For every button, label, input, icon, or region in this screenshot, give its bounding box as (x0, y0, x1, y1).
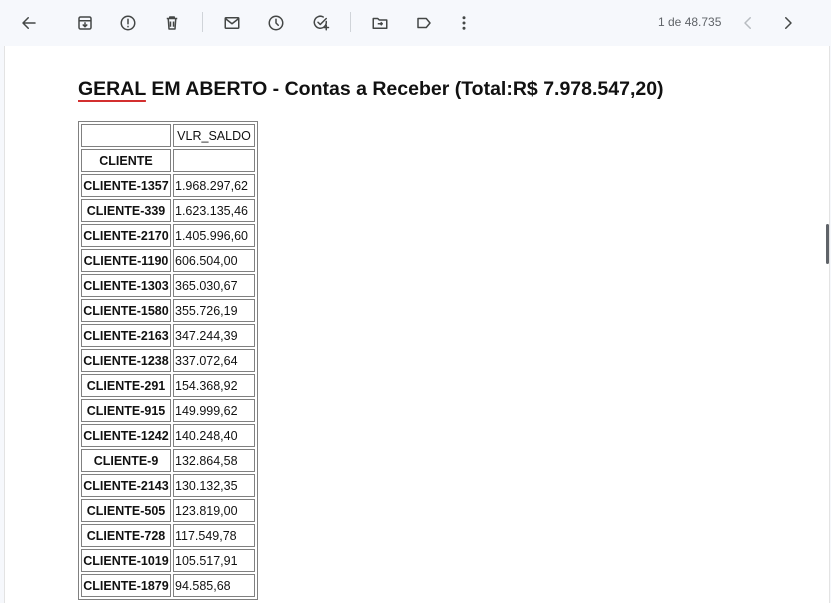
archive-icon (78, 16, 92, 30)
more-vert-icon (462, 16, 466, 30)
vlr-saldo-cell: 123.819,00 (173, 499, 255, 522)
table-row: CLIENTE-505 123.819,00 (81, 499, 255, 522)
cliente-cell: CLIENTE-915 (81, 399, 171, 422)
table-row: CLIENTE-915 149.999,62 (81, 399, 255, 422)
chevron-left-icon (744, 17, 751, 29)
table-row: CLIENTE-1019 105.517,91 (81, 549, 255, 572)
vlr-saldo-cell: 130.132,35 (173, 474, 255, 497)
mail-icon (224, 17, 240, 29)
move-to-button[interactable] (364, 7, 396, 39)
cliente-cell: CLIENTE-1580 (81, 299, 171, 322)
table-row: CLIENTE-1303 365.030,67 (81, 274, 255, 297)
vlr-saldo-cell: 1.968.297,62 (173, 174, 255, 197)
cliente-cell: CLIENTE-1238 (81, 349, 171, 372)
task-add-icon (313, 15, 330, 31)
cliente-cell: CLIENTE-2170 (81, 224, 171, 247)
trash-icon (166, 16, 178, 30)
vlr-saldo-cell: 606.504,00 (173, 249, 255, 272)
table-row: CLIENTE-291 154.368,92 (81, 374, 255, 397)
table-row: CLIENTE-2143 130.132,35 (81, 474, 255, 497)
newer-button[interactable] (732, 7, 764, 39)
delete-button[interactable] (156, 7, 188, 39)
cliente-cell: CLIENTE-1019 (81, 549, 171, 572)
toolbar-divider (202, 12, 203, 32)
header-row: CLIENTE (81, 149, 255, 172)
receivables-table: VLR_SALDO CLIENTE CLIENTE-1357 1.968.297,… (78, 121, 258, 600)
vlr-saldo-cell: 140.248,40 (173, 424, 255, 447)
vlr-saldo-cell: 365.030,67 (173, 274, 255, 297)
table-row: CLIENTE-1190 606.504,00 (81, 249, 255, 272)
table-row: CLIENTE-728 117.549,78 (81, 524, 255, 547)
snooze-button[interactable] (260, 7, 292, 39)
cliente-cell: CLIENTE-339 (81, 199, 171, 222)
vlr-saldo-cell: 337.072,64 (173, 349, 255, 372)
cliente-cell: CLIENTE-505 (81, 499, 171, 522)
cliente-cell: CLIENTE-2143 (81, 474, 171, 497)
header-cell-vlr-saldo: VLR_SALDO (173, 124, 255, 147)
cliente-cell: CLIENTE-1242 (81, 424, 171, 447)
mark-unread-button[interactable] (216, 7, 248, 39)
vlr-saldo-cell: 105.517,91 (173, 549, 255, 572)
back-button[interactable] (13, 7, 45, 39)
email-heading: GERAL EM ABERTO - Contas a Receber (Tota… (78, 78, 664, 101)
older-button[interactable] (772, 7, 804, 39)
cliente-cell: CLIENTE-9 (81, 449, 171, 472)
vlr-saldo-cell: 1.623.135,46 (173, 199, 255, 222)
vlr-saldo-cell: 94.585,68 (173, 574, 255, 597)
cliente-cell: CLIENTE-2163 (81, 324, 171, 347)
cliente-cell: CLIENTE-1190 (81, 249, 171, 272)
vlr-saldo-cell: 154.368,92 (173, 374, 255, 397)
table-row: CLIENTE-1580 355.726,19 (81, 299, 255, 322)
label-icon (417, 17, 431, 29)
vlr-saldo-cell: 149.999,62 (173, 399, 255, 422)
table-row: CLIENTE-1357 1.968.297,62 (81, 174, 255, 197)
heading-rest: EM ABERTO - Contas a Receber (Total:R$ 7… (145, 78, 664, 100)
chevron-right-icon (785, 17, 792, 29)
table-row: CLIENTE-2170 1.405.996,60 (81, 224, 255, 247)
cliente-cell: CLIENTE-728 (81, 524, 171, 547)
archive-button[interactable] (69, 7, 101, 39)
add-task-button[interactable] (305, 7, 337, 39)
header-cell (81, 124, 171, 147)
report-spam-button[interactable] (112, 7, 144, 39)
vlr-saldo-cell: 117.549,78 (173, 524, 255, 547)
table-row: CLIENTE-339 1.623.135,46 (81, 199, 255, 222)
cliente-cell: CLIENTE-1357 (81, 174, 171, 197)
header-cell (173, 149, 255, 172)
vlr-saldo-cell: 347.244,39 (173, 324, 255, 347)
arrow-left-icon (22, 17, 36, 29)
vlr-saldo-cell: 1.405.996,60 (173, 224, 255, 247)
clock-icon (268, 15, 284, 31)
table-row: CLIENTE-1242 140.248,40 (81, 424, 255, 447)
vlr-saldo-cell: 355.726,19 (173, 299, 255, 322)
folder-move-icon (372, 17, 388, 29)
pager-count: 1 de 48.735 (658, 15, 722, 29)
cliente-cell: CLIENTE-1879 (81, 574, 171, 597)
cliente-cell: CLIENTE-1303 (81, 274, 171, 297)
table-row: CLIENTE-1238 337.072,64 (81, 349, 255, 372)
table-row: CLIENTE-2163 347.244,39 (81, 324, 255, 347)
table-row: CLIENTE-9 132.864,58 (81, 449, 255, 472)
email-body: GERAL EM ABERTO - Contas a Receber (Tota… (4, 46, 830, 603)
email-toolbar: 1 de 48.735 (0, 0, 831, 46)
toolbar-divider (350, 12, 351, 32)
header-cell-cliente: CLIENTE (81, 149, 171, 172)
vlr-saldo-cell: 132.864,58 (173, 449, 255, 472)
table-row: CLIENTE-1879 94.585,68 (81, 574, 255, 597)
heading-underlined-word: GERAL (78, 78, 146, 100)
more-button[interactable] (448, 7, 480, 39)
header-row: VLR_SALDO (81, 124, 255, 147)
label-button[interactable] (408, 7, 440, 39)
cliente-cell: CLIENTE-291 (81, 374, 171, 397)
scrollbar-thumb[interactable] (826, 224, 829, 264)
alert-circle-icon (120, 15, 136, 31)
